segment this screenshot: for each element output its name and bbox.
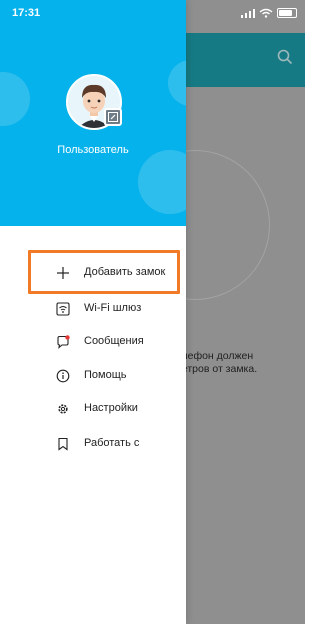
wifi-status-icon [259,8,273,18]
message-icon [56,335,70,349]
gear-icon [56,402,70,416]
menu-label-messages: Сообщения [84,335,144,347]
navigation-drawer: Пользователь Добавить замок Wi-Fi шлюз С… [0,0,186,624]
signal-icon [241,9,255,18]
menu-label-wifi-gateway: Wi-Fi шлюз [84,302,142,314]
background-hint-line-1: елефон должен [176,350,254,362]
decorative-circle [138,150,186,214]
battery-level [279,10,292,16]
menu-label-work-with: Работать с [84,437,140,449]
battery-icon [277,8,297,18]
menu-label-settings: Настройки [84,402,138,414]
search-icon[interactable] [276,48,294,66]
highlight-box [28,250,180,294]
status-icons [241,8,297,18]
decorative-circle [0,72,30,126]
background-hint-text: елефон должен иетров от замка. [176,350,302,376]
info-icon [56,369,70,383]
edit-profile-icon[interactable] [104,108,122,126]
drawer-header: Пользователь [0,0,186,226]
status-bar: 17:31 [0,0,305,33]
username-label[interactable]: Пользователь [0,144,186,156]
menu-label-help: Помощь [84,369,127,381]
bookmark-icon [56,437,70,451]
wifi-gateway-icon [56,302,70,316]
decorative-circle [168,60,186,106]
status-time: 17:31 [12,7,41,19]
background-hint-line-2: иетров от замка. [176,363,258,375]
